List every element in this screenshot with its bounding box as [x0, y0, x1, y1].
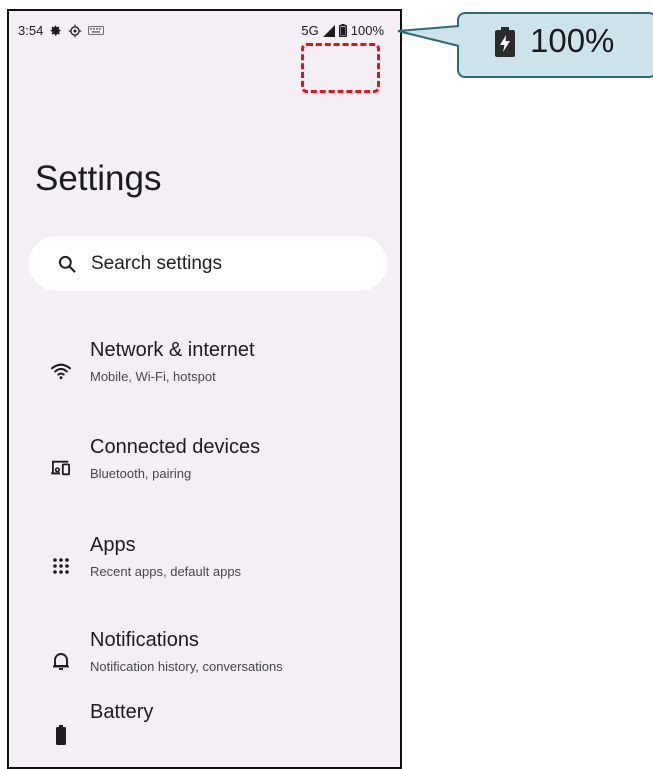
- search-placeholder: Search settings: [91, 252, 222, 274]
- settings-item-battery[interactable]: Battery: [9, 701, 400, 761]
- settings-item-title: Apps: [90, 534, 136, 556]
- callout-battery-percent: 100%: [530, 22, 615, 59]
- settings-item-title: Notifications: [90, 629, 199, 651]
- bell-icon: [49, 649, 73, 673]
- settings-item-subtitle: Notification history, conversations: [90, 659, 283, 674]
- settings-item-title: Battery: [90, 701, 154, 723]
- battery-charging-icon: [493, 27, 517, 62]
- search-bar[interactable]: Search settings: [29, 236, 387, 291]
- settings-item-notifications[interactable]: Notifications Notification history, conv…: [9, 629, 400, 689]
- settings-item-network[interactable]: Network & internet Mobile, Wi-Fi, hotspo…: [9, 339, 400, 399]
- settings-item-subtitle: Bluetooth, pairing: [90, 466, 192, 481]
- settings-item-subtitle: Recent apps, default apps: [90, 564, 242, 579]
- settings-item-title: Network & internet: [90, 339, 255, 361]
- phone-screen: 3:54 5G 100% Settings Search settings Ne…: [7, 9, 402, 769]
- wifi-icon: [49, 359, 73, 383]
- devices-icon: [49, 456, 73, 480]
- battery-icon: [49, 723, 73, 747]
- search-icon: [57, 254, 77, 274]
- settings-item-subtitle: Mobile, Wi-Fi, hotspot: [90, 369, 216, 384]
- page-title: Settings: [35, 159, 162, 198]
- settings-item-apps[interactable]: Apps Recent apps, default apps: [9, 534, 400, 594]
- settings-item-title: Connected devices: [90, 436, 261, 458]
- settings-item-connected-devices[interactable]: Connected devices Bluetooth, pairing: [9, 436, 400, 496]
- apps-grid-icon: [49, 554, 73, 578]
